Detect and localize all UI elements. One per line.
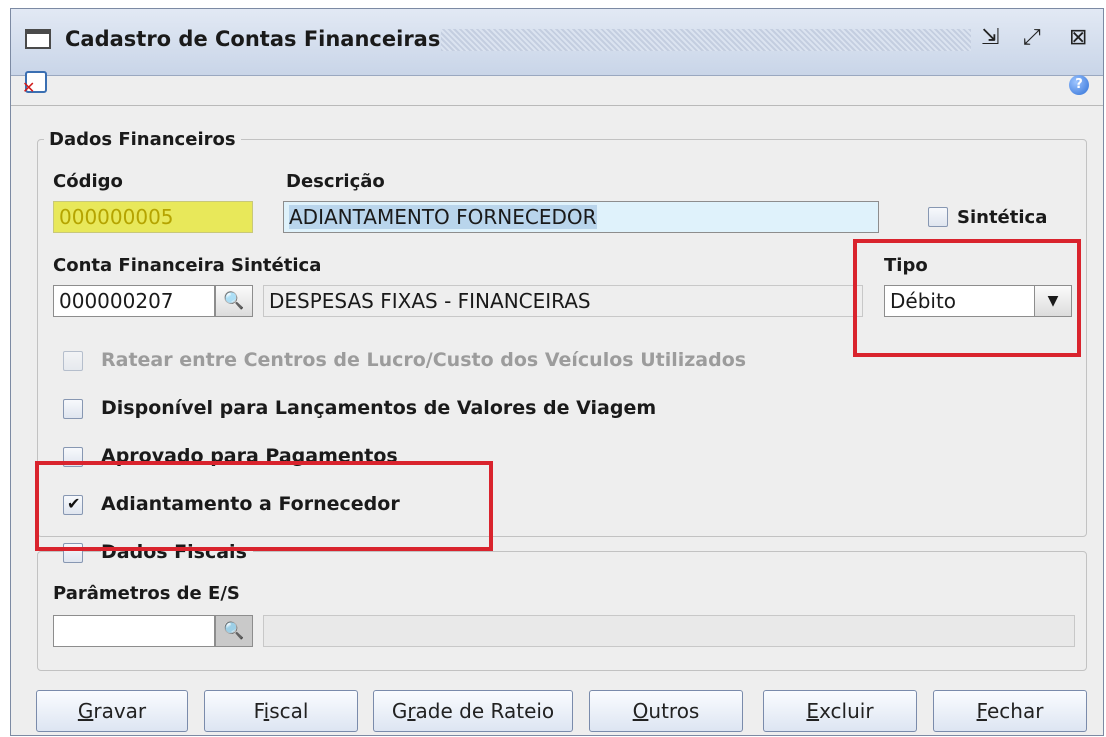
dados-fiscais-group (37, 551, 1087, 671)
codigo-field[interactable]: 000000005 (53, 201, 253, 233)
parametros-search-button: 🔍 (215, 615, 253, 647)
search-icon: 🔍 (223, 621, 245, 641)
fechar-rest: echar (986, 699, 1044, 723)
grade-prefix: G (391, 699, 408, 723)
ratear-label: Ratear entre Centros de Lucro/Custo dos … (101, 349, 747, 371)
help-icon[interactable]: ? (1069, 75, 1089, 95)
window: Cadastro de Contas Financeiras ⇲ ⤢ ⊠ ✕ ?… (10, 8, 1104, 736)
grade-mnemonic: r (407, 699, 416, 723)
fechar-mnemonic: F (976, 699, 987, 723)
fiscal-rest: scal (269, 699, 309, 723)
conta-desc-field: DESPESAS FIXAS - FINANCEIRAS (263, 285, 863, 317)
descricao-value: ADIANTAMENTO FORNECEDOR (289, 205, 597, 229)
adiantamento-highlight (35, 461, 493, 551)
disponivel-checkbox[interactable] (63, 399, 83, 419)
window-title: Cadastro de Contas Financeiras (65, 27, 441, 51)
search-icon: 🔍 (223, 291, 245, 311)
tipo-highlight (853, 239, 1081, 357)
grade-rest: ade de Rateio (415, 699, 555, 723)
outros-button[interactable]: Outros (589, 690, 743, 732)
conta-search-button[interactable]: 🔍 (215, 285, 253, 317)
title-bar[interactable]: Cadastro de Contas Financeiras ⇲ ⤢ ⊠ (11, 9, 1103, 76)
window-icon (25, 29, 51, 49)
fechar-button[interactable]: Fechar (933, 690, 1087, 732)
parametros-desc-field (263, 615, 1075, 647)
gravar-rest: ravar (93, 699, 147, 723)
dados-financeiros-legend: Dados Financeiros (49, 129, 236, 150)
fiscal-prefix: F (253, 699, 264, 723)
conta-label: Conta Financeira Sintética (53, 255, 322, 276)
disponivel-label: Disponível para Lançamentos de Valores d… (101, 397, 657, 419)
parametros-label: Parâmetros de E/S (53, 583, 240, 604)
descricao-label: Descrição (286, 171, 385, 192)
maximize-icon[interactable]: ⤢ (1023, 25, 1041, 51)
sintetica-label: Sintética (957, 207, 1048, 228)
parametros-code-field[interactable] (53, 615, 215, 647)
close-document-icon[interactable]: ✕ (22, 71, 47, 97)
excluir-mnemonic: E (806, 699, 820, 723)
outros-rest: utros (648, 699, 700, 723)
title-bar-pattern (441, 29, 971, 51)
ratear-checkbox (63, 351, 83, 371)
codigo-label: Código (53, 171, 123, 192)
close-icon[interactable]: ⊠ (1069, 25, 1087, 51)
fiscal-button[interactable]: Fiscal (204, 690, 358, 732)
grade-rateio-button[interactable]: Grade de Rateio (373, 690, 573, 732)
gravar-mnemonic: G (77, 699, 94, 723)
conta-code-field[interactable]: 000000207 (53, 285, 215, 317)
descricao-field[interactable]: ADIANTAMENTO FORNECEDOR (283, 201, 879, 233)
sintetica-checkbox[interactable] (928, 207, 948, 227)
excluir-button[interactable]: Excluir (763, 690, 917, 732)
restore-icon[interactable]: ⇲ (981, 25, 999, 51)
excluir-rest: xcluir (819, 699, 874, 723)
outros-mnemonic: O (632, 699, 649, 723)
divider (11, 105, 1103, 106)
gravar-button[interactable]: Gravar (36, 690, 188, 732)
